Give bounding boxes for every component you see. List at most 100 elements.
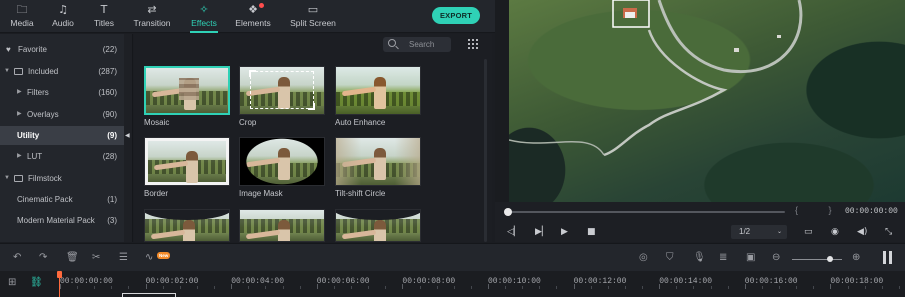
player-controls: { } 00:00:00:00 ◁▏ ▶▏ ▶ ■ 1/2 ⌄ ▭ ◉ ◀) ⤡: [495, 202, 905, 242]
marker-icon[interactable]: ⛉: [666, 252, 674, 264]
ruler-minor-tick: [128, 286, 130, 289]
ruler-minor-tick: [77, 286, 79, 289]
redo-icon[interactable]: ↷: [39, 252, 47, 264]
grid-view-icon[interactable]: [468, 39, 478, 49]
display-icon[interactable]: ▭: [804, 226, 813, 238]
effect-thumbnail: [239, 209, 325, 242]
chevron-right-icon: ▶: [17, 153, 22, 159]
collapse-panel-button[interactable]: ◀: [124, 34, 133, 242]
undo-icon[interactable]: ↶: [13, 252, 21, 264]
category-included[interactable]: ▼ Included (287): [0, 62, 124, 81]
export-button[interactable]: EXPORT: [432, 7, 480, 24]
elements-icon: ❖: [248, 3, 258, 16]
nav-transition[interactable]: ⇄ Transition: [130, 3, 174, 28]
link-icon[interactable]: ⛓: [30, 277, 43, 289]
playhead[interactable]: [57, 271, 62, 297]
ruler-minor-tick: [368, 286, 370, 289]
delete-icon[interactable]: 🗑: [66, 252, 79, 264]
ruler-minor-tick: [864, 286, 866, 289]
music-note-icon: ♫: [58, 3, 68, 16]
category-lut[interactable]: ▶ LUT (28): [0, 147, 124, 166]
category-utility[interactable]: Utility (9): [0, 126, 124, 145]
preview-quality-select[interactable]: 1/2 ⌄: [731, 225, 787, 239]
nav-media[interactable]: 🗀 Media: [0, 3, 44, 28]
volume-icon[interactable]: ◀): [857, 226, 867, 238]
zoom-out-icon[interactable]: ⊖: [772, 252, 780, 264]
effect-tile-image-mask[interactable]: Image Mask: [239, 137, 325, 198]
category-favorite[interactable]: ♥ Favorite (22): [0, 40, 124, 59]
effect-tile-mosaic[interactable]: Mosaic: [144, 66, 230, 127]
ruler-minor-tick: [710, 286, 712, 289]
effects-grid: Mosaic Crop Auto Enhance Border Image Ma…: [134, 34, 492, 242]
category-filters[interactable]: ▶ Filters (160): [0, 83, 124, 102]
effect-tile-crop[interactable]: Crop: [239, 66, 325, 127]
pause-icon[interactable]: [883, 251, 892, 264]
mic-icon[interactable]: 🎙: [693, 252, 706, 264]
ruler-minor-tick: [94, 286, 96, 289]
nav-audio-label: Audio: [52, 18, 74, 28]
category-count: (1): [107, 195, 117, 204]
category-count: (90): [102, 110, 117, 119]
effect-thumbnail: [239, 137, 325, 186]
effect-tile[interactable]: [144, 209, 230, 242]
render-icon[interactable]: ◎: [639, 252, 648, 264]
subtitle-icon[interactable]: ▣: [746, 252, 755, 264]
clip-start[interactable]: [122, 293, 176, 297]
search-icon: [388, 39, 396, 47]
zoom-slider-handle[interactable]: [826, 256, 833, 262]
grid-scrollbar[interactable]: [484, 59, 487, 242]
ruler-minor-tick: [693, 286, 695, 289]
zoom-in-icon[interactable]: ⊕: [852, 252, 860, 264]
step-back-icon[interactable]: ◁▏: [507, 226, 521, 238]
notification-dot: [259, 3, 264, 8]
fullscreen-icon[interactable]: ⤡: [885, 226, 892, 238]
transition-icon: ⇄: [147, 3, 157, 16]
effect-label: Crop: [239, 118, 257, 127]
nav-elements[interactable]: ❖ Elements: [231, 3, 275, 28]
category-overlays[interactable]: ▶ Overlays (90): [0, 105, 124, 124]
voiceover-icon[interactable]: ≣: [719, 252, 727, 264]
adjust-icon[interactable]: ☰: [119, 252, 128, 264]
ruler-minor-tick: [556, 286, 558, 289]
snapshot-icon[interactable]: ◉: [831, 226, 839, 238]
ruler-minor-tick: [436, 286, 438, 289]
preview-quality-value: 1/2: [739, 227, 751, 236]
ruler-major-tick: [573, 284, 575, 289]
ruler-minor-tick: [847, 286, 849, 289]
zoom-slider[interactable]: [792, 259, 842, 260]
audio-wave-icon[interactable]: ∿: [145, 252, 153, 264]
ruler-minor-tick: [265, 286, 267, 289]
ruler-minor-tick: [248, 286, 250, 289]
ruler-minor-tick: [299, 286, 301, 289]
category-count: (28): [102, 152, 117, 161]
category-count: (9): [107, 131, 117, 140]
category-modern-material-pack[interactable]: Modern Material Pack (3): [0, 211, 124, 230]
split-screen-icon: ▭: [307, 3, 319, 16]
effect-tile[interactable]: [239, 209, 325, 242]
ruler-minor-tick: [676, 286, 678, 289]
play-icon[interactable]: ▶: [561, 226, 568, 238]
play-frame-icon[interactable]: ▶▏: [535, 226, 549, 238]
add-track-icon[interactable]: ⊞: [8, 277, 16, 289]
cut-icon[interactable]: ✂: [92, 252, 100, 264]
scrubber-handle[interactable]: [504, 208, 512, 216]
nav-audio[interactable]: ♫ Audio: [41, 3, 85, 28]
search-box[interactable]: [383, 37, 451, 52]
effect-tile-auto-enhance[interactable]: Auto Enhance: [335, 66, 421, 127]
nav-effects-label: Effects: [191, 18, 217, 28]
preview-scrubber[interactable]: [508, 211, 785, 213]
nav-effects[interactable]: ✧ Effects: [182, 3, 226, 33]
nav-split-screen[interactable]: ▭ Split Screen: [288, 3, 338, 28]
timeline-ruler[interactable]: ⊞ ⛓ 00:00:00:00 00:00:02:00 00:00:04:00 00:…: [0, 271, 905, 297]
effect-tile-border[interactable]: Border: [144, 137, 230, 198]
effect-tile-tilt-shift-circle[interactable]: Tilt-shift Circle: [335, 137, 421, 198]
in-out-markers[interactable]: { }: [795, 205, 846, 215]
nav-titles[interactable]: T Titles: [82, 3, 126, 28]
effect-tile[interactable]: [335, 209, 421, 242]
text-icon: T: [100, 3, 108, 16]
category-filmstock[interactable]: ▼ Filmstock: [0, 169, 124, 188]
ruler-minor-tick: [539, 286, 541, 289]
search-input[interactable]: [409, 39, 449, 50]
stop-icon[interactable]: ■: [587, 226, 596, 238]
category-cinematic-pack[interactable]: Cinematic Pack (1): [0, 190, 124, 209]
